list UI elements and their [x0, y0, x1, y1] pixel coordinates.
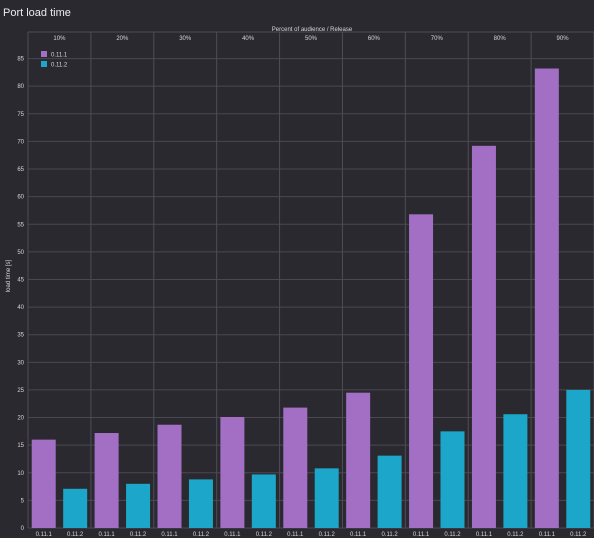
x-tick-label: 0.11.2 — [507, 532, 524, 538]
y-tick-label: 35 — [17, 333, 24, 339]
x-tick-label: 0.11.1 — [413, 532, 430, 538]
facet-label: 40% — [242, 36, 255, 42]
bar-0.11.1-70% — [409, 214, 434, 529]
x-tick-label: 0.11.1 — [350, 532, 367, 538]
bar-chart: Percent of audience / Release05101520253… — [6, 27, 594, 538]
y-axis-label: load time [s] — [6, 260, 12, 293]
bar-0.11.2-60% — [377, 455, 402, 528]
bar-0.11.2-10% — [63, 488, 88, 528]
x-tick-label: 0.11.1 — [476, 532, 493, 538]
facet-label: 30% — [179, 36, 192, 42]
bar-0.11.2-90% — [566, 389, 591, 528]
y-tick-label: 70 — [17, 139, 24, 145]
facet-label: 60% — [368, 36, 381, 42]
facet-label: 90% — [557, 36, 570, 42]
bar-0.11.1-80% — [471, 145, 496, 528]
facet-label: 20% — [116, 36, 129, 42]
x-tick-label: 0.11.1 — [98, 532, 115, 538]
legend-label: 0.11.2 — [51, 63, 68, 69]
x-tick-label: 0.11.2 — [381, 532, 398, 538]
y-tick-label: 50 — [17, 250, 24, 256]
y-tick-label: 55 — [17, 222, 24, 228]
bar-0.11.1-20% — [94, 433, 119, 528]
x-tick-label: 0.11.1 — [287, 532, 304, 538]
y-tick-label: 60 — [17, 195, 24, 201]
bar-0.11.1-30% — [157, 424, 182, 528]
y-tick-label: 5 — [21, 498, 25, 504]
x-tick-label: 0.11.2 — [570, 532, 587, 538]
y-tick-label: 30 — [17, 360, 24, 366]
y-tick-label: 75 — [17, 112, 24, 118]
facet-label: 10% — [53, 36, 66, 42]
y-tick-label: 20 — [17, 416, 24, 422]
x-tick-label: 0.11.2 — [256, 532, 273, 538]
x-tick-label: 0.11.1 — [224, 532, 241, 538]
bar-0.11.2-20% — [126, 483, 151, 528]
y-tick-label: 15 — [17, 443, 24, 449]
bar-0.11.1-40% — [220, 416, 245, 528]
x-tick-label: 0.11.1 — [539, 532, 556, 538]
bar-0.11.2-80% — [503, 414, 528, 528]
bar-0.11.1-90% — [534, 68, 559, 528]
y-tick-label: 0 — [21, 526, 25, 532]
x-tick-label: 0.11.2 — [130, 532, 147, 538]
x-tick-label: 0.11.2 — [319, 532, 336, 538]
y-tick-label: 85 — [17, 57, 24, 63]
bar-0.11.2-70% — [440, 431, 465, 528]
legend-swatch-0.11.1 — [41, 51, 47, 57]
y-tick-label: 40 — [17, 305, 24, 311]
legend-label: 0.11.1 — [51, 53, 68, 59]
x-tick-label: 0.11.2 — [193, 532, 210, 538]
y-tick-label: 25 — [17, 388, 24, 394]
bar-0.11.1-50% — [283, 407, 308, 528]
y-tick-label: 80 — [17, 84, 24, 90]
bar-0.11.2-30% — [188, 479, 213, 528]
bar-0.11.1-10% — [31, 439, 56, 528]
y-tick-label: 65 — [17, 167, 24, 173]
x-tick-label: 0.11.1 — [36, 532, 53, 538]
facet-label: 80% — [494, 36, 507, 42]
bar-0.11.2-40% — [251, 474, 276, 528]
legend-swatch-0.11.2 — [41, 61, 47, 67]
facet-label: 70% — [431, 36, 444, 42]
bar-0.11.1-60% — [346, 392, 371, 528]
facet-label: 50% — [305, 36, 318, 42]
bar-0.11.2-50% — [314, 468, 339, 528]
y-tick-label: 45 — [17, 277, 24, 283]
x-tick-label: 0.11.1 — [161, 532, 178, 538]
x-tick-label: 0.11.2 — [444, 532, 461, 538]
y-tick-label: 10 — [17, 471, 24, 477]
x-tick-label: 0.11.2 — [67, 532, 84, 538]
